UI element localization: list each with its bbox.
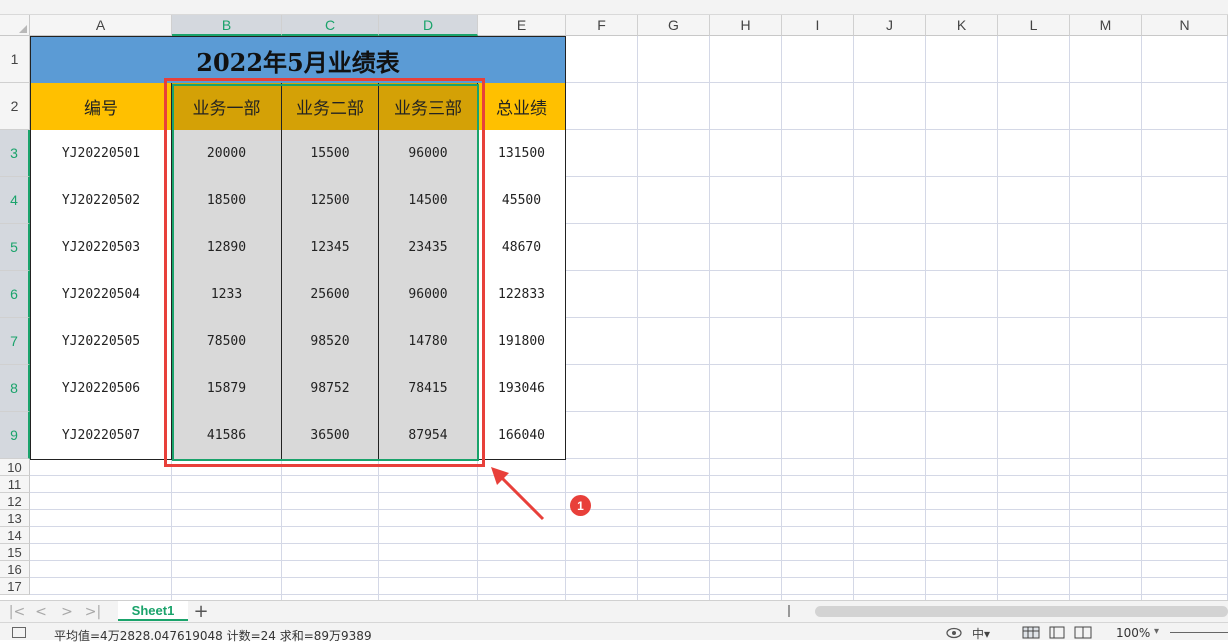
- input-mode-icon[interactable]: 中▾: [972, 625, 990, 642]
- column-header-i[interactable]: I: [782, 15, 854, 36]
- row-header-16[interactable]: 16: [0, 561, 30, 578]
- horizontal-scrollbar[interactable]: [815, 606, 1228, 617]
- data-cell[interactable]: 122833: [478, 271, 566, 319]
- row-header-2[interactable]: 2: [0, 83, 30, 130]
- data-cell[interactable]: 48670: [478, 224, 566, 272]
- gridline: [30, 526, 1228, 527]
- column-header-f[interactable]: F: [566, 15, 638, 36]
- row-header-17[interactable]: 17: [0, 578, 30, 595]
- page-layout-icon[interactable]: [1048, 626, 1066, 639]
- column-header-e[interactable]: E: [478, 15, 566, 36]
- gridline: [30, 475, 1228, 476]
- gridline: [853, 36, 854, 600]
- row-header-7[interactable]: 7: [0, 318, 30, 365]
- row-header-4[interactable]: 4: [0, 177, 30, 224]
- column-header-c[interactable]: C: [282, 15, 379, 36]
- column-header-g[interactable]: G: [638, 15, 710, 36]
- row-header-5[interactable]: 5: [0, 224, 30, 271]
- page-break-view-icon[interactable]: [1074, 626, 1092, 639]
- data-cell[interactable]: YJ20220506: [30, 365, 172, 413]
- column-header-m[interactable]: M: [1070, 15, 1142, 36]
- data-cell[interactable]: 193046: [478, 365, 566, 413]
- formula-bar-area: [0, 0, 1228, 15]
- gridline: [30, 509, 1228, 510]
- column-header-j[interactable]: J: [854, 15, 926, 36]
- title-cell[interactable]: 2022年5月业绩表: [30, 36, 566, 84]
- next-sheet-button[interactable]: >: [56, 603, 78, 621]
- gridline: [709, 36, 710, 600]
- scroll-splitter[interactable]: [788, 605, 790, 617]
- row-header-6[interactable]: 6: [0, 271, 30, 318]
- row-header-15[interactable]: 15: [0, 544, 30, 561]
- status-bar: 平均值=4万2828.047619048 计数=24 求和=89万9389 中▾…: [0, 622, 1228, 643]
- column-header-l[interactable]: L: [998, 15, 1070, 36]
- header-cell[interactable]: 总业绩: [478, 83, 566, 131]
- zoom-slider[interactable]: [1170, 632, 1228, 633]
- zoom-level[interactable]: 100%: [1116, 626, 1150, 640]
- gridline: [637, 36, 638, 600]
- last-sheet-button[interactable]: >|: [82, 603, 104, 621]
- eye-icon[interactable]: [946, 626, 962, 639]
- selection-summary: 平均值=4万2828.047619048 计数=24 求和=89万9389: [54, 629, 372, 643]
- column-header-h[interactable]: H: [710, 15, 782, 36]
- annotation-badge: 1: [570, 495, 591, 516]
- column-header-b[interactable]: B: [172, 15, 282, 36]
- row-header-8[interactable]: 8: [0, 365, 30, 412]
- data-cell[interactable]: 166040: [478, 412, 566, 460]
- column-header-k[interactable]: K: [926, 15, 998, 36]
- row-header-1[interactable]: 1: [0, 36, 30, 83]
- gridline: [30, 560, 1228, 561]
- data-cell[interactable]: 45500: [478, 177, 566, 225]
- column-header-d[interactable]: D: [379, 15, 478, 36]
- header-cell[interactable]: 编号: [30, 83, 172, 131]
- sheet-tab-sheet1[interactable]: Sheet1: [118, 601, 188, 621]
- gridline: [925, 36, 926, 600]
- first-sheet-button[interactable]: |<: [6, 603, 28, 621]
- row-header-10[interactable]: 10: [0, 459, 30, 476]
- column-header-a[interactable]: A: [30, 15, 172, 36]
- selection-range-border: [172, 84, 479, 461]
- column-header-n[interactable]: N: [1142, 15, 1228, 36]
- row-header-9[interactable]: 9: [0, 412, 30, 459]
- data-cell[interactable]: YJ20220502: [30, 177, 172, 225]
- gridline: [30, 594, 1228, 595]
- data-cell[interactable]: YJ20220505: [30, 318, 172, 366]
- add-sheet-button[interactable]: +: [192, 601, 210, 622]
- sheet-tab-bar: |< < > >| Sheet1 +: [0, 600, 1228, 622]
- gridline: [997, 36, 998, 600]
- select-all-corner[interactable]: [0, 15, 30, 36]
- row-header-13[interactable]: 13: [0, 510, 30, 527]
- zoom-dropdown-icon[interactable]: ▾: [1154, 626, 1159, 637]
- data-cell[interactable]: 191800: [478, 318, 566, 366]
- gridline: [30, 543, 1228, 544]
- data-cell[interactable]: YJ20220503: [30, 224, 172, 272]
- annotation-arrow: [491, 467, 545, 521]
- gridline: [781, 36, 782, 600]
- data-cell[interactable]: YJ20220501: [30, 130, 172, 178]
- prev-sheet-button[interactable]: <: [30, 603, 52, 621]
- data-cell[interactable]: YJ20220504: [30, 271, 172, 319]
- row-header-12[interactable]: 12: [0, 493, 30, 510]
- gridline: [30, 577, 1228, 578]
- gridline: [1069, 36, 1070, 600]
- data-cell[interactable]: YJ20220507: [30, 412, 172, 460]
- gridline: [30, 492, 1228, 493]
- row-header-14[interactable]: 14: [0, 527, 30, 544]
- data-cell[interactable]: 131500: [478, 130, 566, 178]
- worksheet-grid[interactable]: ABCDEFGHIJKLMN 1 2 3 4 5 6 7 8 9 10 11 12 13 14 15 16 17…: [0, 15, 1228, 600]
- row-header-3[interactable]: 3: [0, 130, 30, 177]
- normal-view-icon[interactable]: [1022, 626, 1040, 639]
- macro-record-icon[interactable]: [12, 627, 26, 638]
- gridline: [1141, 36, 1142, 600]
- row-header-11[interactable]: 11: [0, 476, 30, 493]
